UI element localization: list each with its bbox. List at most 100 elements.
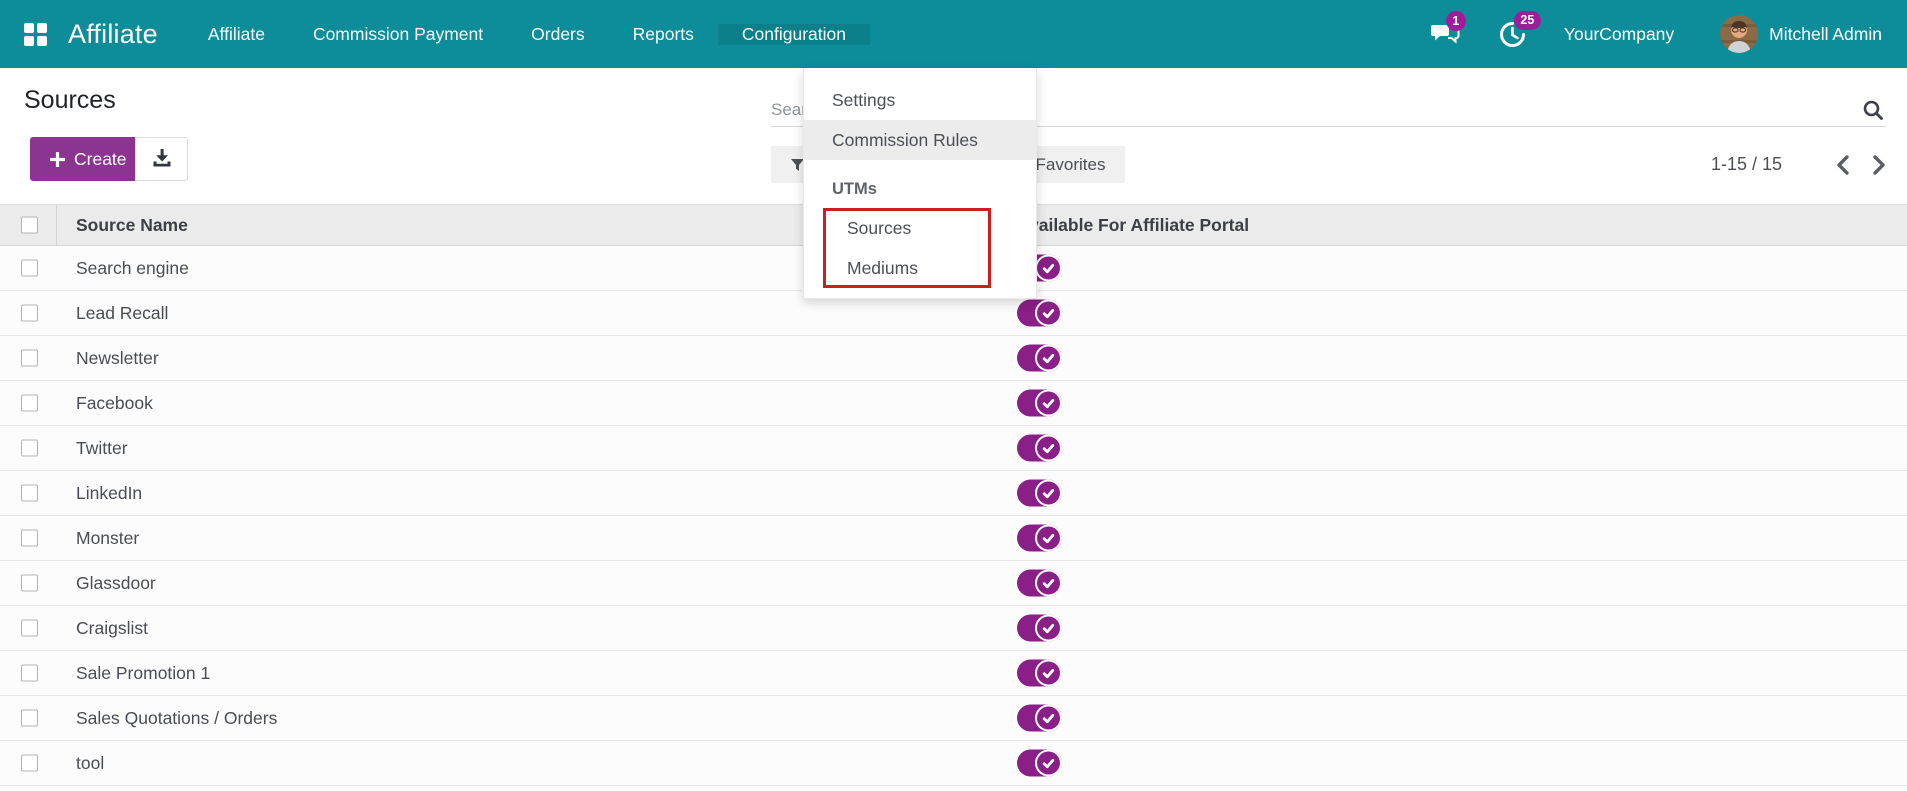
activities-badge: 25 [1514,11,1541,31]
column-header-available-for-affiliate-portal[interactable]: Available For Affiliate Portal [1017,205,1249,246]
portal-toggle[interactable] [1017,525,1062,552]
source-name-cell: tool [76,741,104,785]
menu-section-utms: UTMs [804,170,1036,208]
source-name-cell: Twitter [76,426,128,470]
row-checkbox[interactable] [21,485,38,502]
check-toggle-icon [1035,345,1062,372]
portal-toggle[interactable] [1017,750,1062,777]
table-row[interactable]: Newsletter [0,336,1907,381]
table-row[interactable]: Sale Promotion 1 [0,651,1907,696]
check-toggle-icon [1035,300,1062,327]
check-toggle-icon [1035,660,1062,687]
affiliate-app-window: Affiliate Affiliate Commission Payment O… [0,0,1907,791]
export-button[interactable] [135,137,188,181]
user-menu[interactable]: Mitchell Admin [1769,24,1882,45]
table-row[interactable]: LinkedIn [0,471,1907,516]
configuration-dropdown-menu: Settings Commission Rules UTMs Sources M… [803,68,1037,299]
row-checkbox[interactable] [21,620,38,637]
source-name-cell: Sale Promotion 1 [76,651,210,695]
row-checkbox[interactable] [21,530,38,547]
source-name-cell: Monster [76,516,139,560]
table-row[interactable]: Sales Quotations / Orders [0,696,1907,741]
top-navbar: Affiliate Affiliate Commission Payment O… [0,0,1907,68]
table-row[interactable]: tool [0,741,1907,786]
portal-toggle[interactable] [1017,480,1062,507]
page-title: Sources [24,86,116,115]
row-checkbox[interactable] [21,755,38,772]
navbar-menu: Affiliate Commission Payment Orders Repo… [184,24,870,45]
app-brand-title: Affiliate [68,19,158,50]
check-toggle-icon [1035,750,1062,777]
activities-button[interactable]: 25 [1499,21,1526,48]
create-button[interactable]: Create [30,137,147,181]
portal-toggle[interactable] [1017,570,1062,597]
row-checkbox[interactable] [21,575,38,592]
avatar-image [1720,15,1758,53]
table-row[interactable]: Facebook [0,381,1907,426]
row-checkbox[interactable] [21,440,38,457]
table-row[interactable]: Craigslist [0,606,1907,651]
pager-previous-button[interactable] [1836,154,1850,176]
source-name-cell: LinkedIn [76,471,142,515]
messages-badge: 1 [1446,11,1466,31]
pager: 1-15 / 15 [1711,146,1886,183]
row-checkbox[interactable] [21,395,38,412]
nav-item-configuration[interactable]: Configuration [718,24,870,45]
chevron-right-icon [1872,154,1886,176]
row-checkbox[interactable] [21,665,38,682]
select-all-checkbox[interactable] [21,217,38,234]
avatar[interactable] [1720,15,1758,53]
nav-item-reports[interactable]: Reports [609,24,718,45]
check-toggle-icon [1035,570,1062,597]
column-header-source-name[interactable]: Source Name [76,205,188,246]
source-name-cell: Newsletter [76,336,159,380]
menu-item-settings[interactable]: Settings [804,80,1036,120]
apps-grid-icon [24,23,47,46]
plus-icon [50,152,65,167]
search-icon [1862,99,1884,121]
check-toggle-icon [1035,480,1062,507]
portal-toggle[interactable] [1017,615,1062,642]
header-column-divider [56,205,57,245]
apps-menu-button[interactable] [24,23,47,46]
check-toggle-icon [1035,525,1062,552]
table-row[interactable]: Twitter [0,426,1907,471]
navbar-left: Affiliate Affiliate Commission Payment O… [0,0,870,68]
source-name-cell: Craigslist [76,606,148,650]
portal-toggle[interactable] [1017,705,1062,732]
download-tray-icon [150,147,174,171]
chevron-left-icon [1836,154,1850,176]
row-checkbox[interactable] [21,350,38,367]
table-row[interactable]: Glassdoor [0,561,1907,606]
portal-toggle[interactable] [1017,300,1062,327]
portal-toggle[interactable] [1017,345,1062,372]
check-toggle-icon [1035,255,1062,282]
portal-toggle[interactable] [1017,390,1062,417]
portal-toggle[interactable] [1017,435,1062,462]
check-toggle-icon [1035,615,1062,642]
table-row[interactable]: Monster [0,516,1907,561]
create-button-label: Create [74,149,127,170]
row-checkbox[interactable] [21,305,38,322]
nav-item-commission-payment[interactable]: Commission Payment [289,24,507,45]
messages-button[interactable]: 1 [1431,21,1461,47]
menu-item-sources[interactable]: Sources [804,208,1036,248]
nav-item-affiliate[interactable]: Affiliate [184,24,289,45]
nav-item-orders[interactable]: Orders [507,24,608,45]
source-name-cell: Facebook [76,381,153,425]
check-toggle-icon [1035,705,1062,732]
source-name-cell: Search engine [76,246,189,290]
row-checkbox[interactable] [21,260,38,277]
company-switcher[interactable]: YourCompany [1564,24,1674,45]
menu-item-commission-rules[interactable]: Commission Rules [804,120,1036,160]
check-toggle-icon [1035,390,1062,417]
navbar-right: 1 25 YourCompany [1431,0,1907,68]
source-name-cell: Sales Quotations / Orders [76,696,277,740]
favorites-button-label: Favorites [1036,155,1106,175]
row-checkbox[interactable] [21,710,38,727]
pager-next-button[interactable] [1872,154,1886,176]
menu-item-mediums[interactable]: Mediums [804,248,1036,288]
portal-toggle[interactable] [1017,660,1062,687]
pager-range: 1-15 / 15 [1711,154,1782,175]
source-name-cell: Lead Recall [76,291,168,335]
